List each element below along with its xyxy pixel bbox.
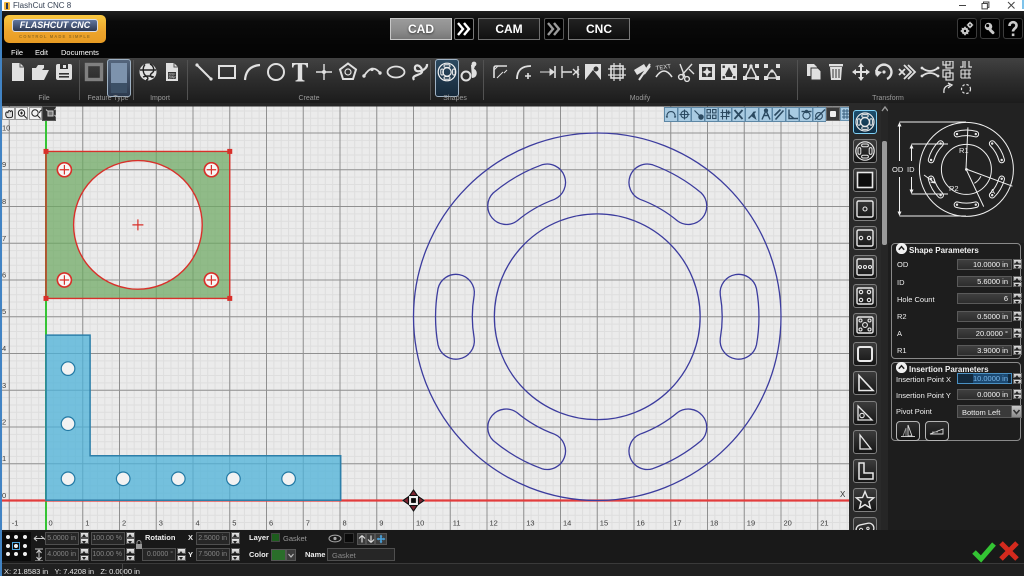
svg-text:21: 21 bbox=[820, 519, 828, 528]
svg-text:1: 1 bbox=[2, 454, 6, 463]
svg-text:5: 5 bbox=[2, 307, 6, 316]
svg-text:2: 2 bbox=[2, 418, 6, 427]
svg-text:7: 7 bbox=[306, 519, 310, 528]
svg-text:12: 12 bbox=[490, 519, 498, 528]
svg-text:8: 8 bbox=[2, 197, 6, 206]
svg-text:5: 5 bbox=[232, 519, 236, 528]
svg-text:3: 3 bbox=[159, 519, 163, 528]
svg-text:OD: OD bbox=[892, 165, 904, 174]
svg-text:6: 6 bbox=[2, 271, 6, 280]
svg-text:X: X bbox=[840, 490, 846, 499]
svg-text:10: 10 bbox=[416, 519, 424, 528]
svg-text:0: 0 bbox=[2, 491, 6, 500]
svg-text:18: 18 bbox=[710, 519, 718, 528]
svg-text:16: 16 bbox=[637, 519, 645, 528]
svg-text:TEXT: TEXT bbox=[655, 64, 671, 72]
svg-text:20: 20 bbox=[784, 519, 792, 528]
svg-text:9: 9 bbox=[379, 519, 383, 528]
svg-text:DWG: DWG bbox=[169, 76, 178, 80]
svg-text:6: 6 bbox=[269, 519, 273, 528]
svg-text:0: 0 bbox=[49, 519, 53, 528]
svg-text:ID: ID bbox=[907, 165, 915, 174]
svg-text:A: A bbox=[990, 187, 995, 196]
svg-text:7: 7 bbox=[2, 234, 6, 243]
svg-text:9: 9 bbox=[2, 160, 6, 169]
svg-text:8: 8 bbox=[343, 519, 347, 528]
svg-text:4: 4 bbox=[196, 519, 200, 528]
svg-text:3: 3 bbox=[2, 381, 6, 390]
svg-text:-1: -1 bbox=[12, 519, 19, 528]
svg-text:1: 1 bbox=[85, 519, 89, 528]
svg-text:17: 17 bbox=[673, 519, 681, 528]
svg-text:10: 10 bbox=[2, 124, 10, 133]
svg-text:2: 2 bbox=[122, 519, 126, 528]
svg-text:15: 15 bbox=[600, 519, 608, 528]
svg-text:13: 13 bbox=[526, 519, 534, 528]
svg-text:R2: R2 bbox=[949, 184, 959, 193]
svg-text:14: 14 bbox=[563, 519, 571, 528]
svg-text:11: 11 bbox=[453, 519, 461, 528]
svg-text:4: 4 bbox=[2, 344, 6, 353]
svg-text:R1: R1 bbox=[959, 146, 969, 155]
svg-text:19: 19 bbox=[747, 519, 755, 528]
